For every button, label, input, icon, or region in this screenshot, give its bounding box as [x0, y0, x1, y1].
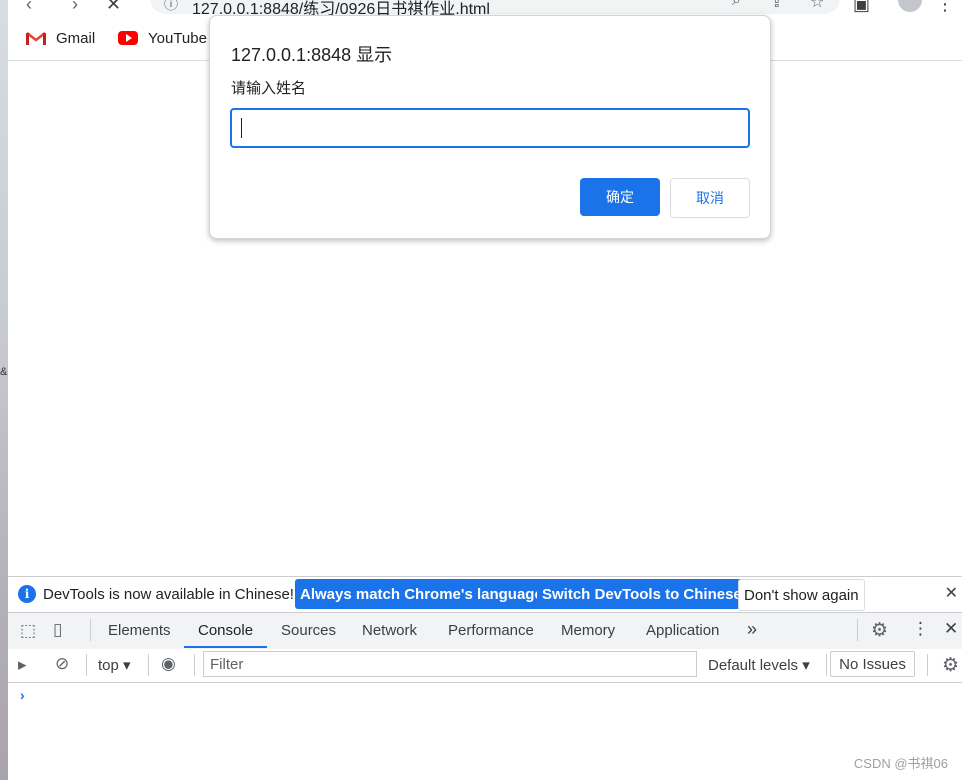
- divider: [148, 654, 149, 676]
- filter-placeholder: Filter: [210, 656, 244, 673]
- stop-icon[interactable]: ✕: [106, 0, 121, 15]
- filter-input[interactable]: Filter: [203, 651, 697, 677]
- tab-application[interactable]: Application: [646, 622, 719, 639]
- console-prompt[interactable]: ›: [20, 687, 25, 703]
- forward-icon[interactable]: ›: [72, 0, 78, 15]
- log-levels-value: Default levels: [708, 657, 799, 674]
- tab-memory[interactable]: Memory: [561, 622, 615, 639]
- tab-console[interactable]: Console: [198, 622, 253, 639]
- more-tabs-icon[interactable]: »: [747, 619, 757, 640]
- prompt-dialog: 127.0.0.1:8848 显示 请输入姓名 确定 取消: [209, 15, 771, 239]
- search-icon[interactable]: ⌕: [732, 0, 741, 10]
- device-toolbar-icon[interactable]: ▯: [53, 620, 62, 640]
- bookmark-label: YouTube: [148, 29, 207, 47]
- cancel-button[interactable]: 取消: [670, 178, 750, 218]
- text-caret: [241, 118, 242, 138]
- youtube-icon: [118, 31, 138, 45]
- context-select[interactable]: top ▾: [98, 656, 131, 674]
- devtools-panel: i DevTools is now available in Chinese! …: [8, 576, 962, 780]
- dialog-message: 请输入姓名: [231, 80, 307, 97]
- tab-search-icon[interactable]: ▣: [853, 0, 870, 15]
- site-info-icon[interactable]: ⓘ: [164, 0, 178, 14]
- info-icon: i: [18, 585, 36, 603]
- share-icon[interactable]: ⇪: [770, 0, 783, 12]
- clear-console-icon[interactable]: ⊘: [55, 654, 69, 674]
- divider: [857, 619, 858, 641]
- bookmark-youtube[interactable]: YouTube: [118, 28, 207, 48]
- inspect-element-icon[interactable]: ⬚: [20, 621, 36, 641]
- bookmark-label: Gmail: [56, 29, 96, 47]
- browser-toolbar: ‹ › ✕ ⓘ 127.0.0.1:8848/练习/0926日书祺作业.html…: [8, 0, 962, 18]
- close-infobar-icon[interactable]: ✕: [945, 583, 958, 603]
- desktop-edge: &: [0, 0, 8, 780]
- dialog-title: 127.0.0.1:8848 显示: [231, 45, 393, 65]
- profile-avatar[interactable]: [898, 0, 922, 12]
- close-devtools-icon[interactable]: ✕: [944, 619, 958, 639]
- active-tab-indicator: [184, 646, 267, 648]
- menu-icon[interactable]: ⋮: [936, 0, 954, 15]
- dont-show-again-button[interactable]: Don't show again: [738, 579, 865, 611]
- console-toolbar: ▸ ⊘ top ▾ ◉ Filter Default levels ▾ No I…: [8, 649, 962, 683]
- back-icon[interactable]: ‹: [26, 0, 32, 15]
- name-input[interactable]: [230, 108, 750, 148]
- switch-chinese-button[interactable]: Switch DevTools to Chinese: [537, 579, 747, 609]
- divider: [194, 654, 195, 676]
- console-settings-icon[interactable]: ⚙: [942, 654, 959, 677]
- divider: [90, 619, 91, 641]
- ok-button[interactable]: 确定: [580, 178, 660, 216]
- log-levels-select[interactable]: Default levels ▾: [708, 656, 810, 674]
- tab-performance[interactable]: Performance: [448, 622, 534, 639]
- bookmark-gmail[interactable]: Gmail: [26, 28, 95, 48]
- issues-button[interactable]: No Issues: [830, 651, 915, 677]
- divider: [927, 654, 928, 676]
- divider: [826, 654, 827, 676]
- gmail-icon: [26, 31, 46, 45]
- address-bar[interactable]: ⓘ 127.0.0.1:8848/练习/0926日书祺作业.html ⌕ ⇪ ☆: [150, 0, 840, 18]
- infobar-message: DevTools is now available in Chinese!: [43, 586, 294, 603]
- tab-sources[interactable]: Sources: [281, 622, 336, 639]
- settings-gear-icon[interactable]: ⚙: [871, 619, 888, 642]
- devtools-tabbar: ⬚ ▯ Elements Console Sources Network Per…: [8, 612, 962, 650]
- watermark: CSDN @书祺06: [853, 756, 948, 771]
- tab-elements[interactable]: Elements: [108, 622, 171, 639]
- match-language-button[interactable]: Always match Chrome's language: [295, 579, 548, 609]
- divider: [86, 654, 87, 676]
- customize-menu-icon[interactable]: ⋮: [912, 619, 929, 639]
- sidebar-toggle-icon[interactable]: ▸: [18, 655, 27, 675]
- context-value: top: [98, 657, 119, 674]
- eye-icon[interactable]: ◉: [161, 654, 176, 674]
- star-icon[interactable]: ☆: [810, 0, 824, 12]
- language-infobar: i DevTools is now available in Chinese! …: [8, 577, 962, 612]
- tab-network[interactable]: Network: [362, 622, 417, 639]
